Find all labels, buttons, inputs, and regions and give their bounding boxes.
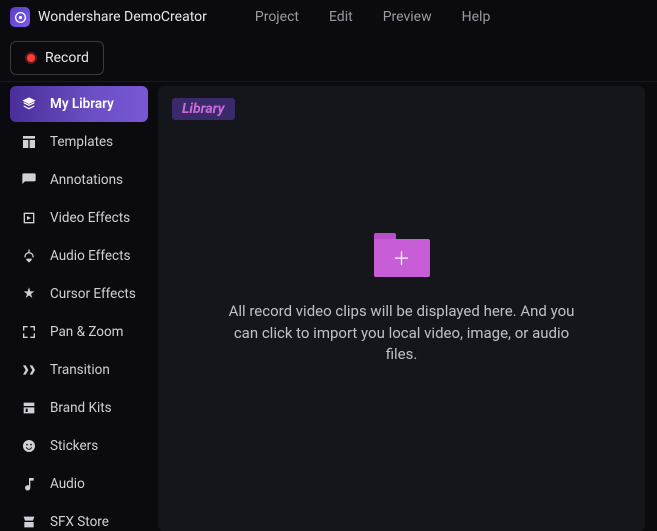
library-empty-state[interactable]: ＋ All record video clips will be display… xyxy=(172,120,631,519)
menu-preview[interactable]: Preview xyxy=(383,9,432,25)
audio-icon xyxy=(20,475,38,493)
app-logo xyxy=(10,7,30,27)
menu-project[interactable]: Project xyxy=(255,9,299,25)
titlebar: Wondershare DemoCreator Project Edit Pre… xyxy=(0,0,657,34)
sidebar-item-label: SFX Store xyxy=(50,514,109,530)
sidebar-item-templates[interactable]: Templates xyxy=(10,124,148,160)
record-label: Record xyxy=(45,50,89,66)
sidebar-item-cursor-effects[interactable]: Cursor Effects xyxy=(10,276,148,312)
sidebar-item-pan-zoom[interactable]: Pan & Zoom xyxy=(10,314,148,350)
sidebar-item-my-library[interactable]: My Library xyxy=(10,86,148,122)
brand-kits-icon xyxy=(20,399,38,417)
cursor-effects-icon xyxy=(20,285,38,303)
sidebar-item-label: Audio Effects xyxy=(50,248,131,264)
annotations-icon xyxy=(20,171,38,189)
audio-effects-icon xyxy=(20,247,38,265)
pan-zoom-icon xyxy=(20,323,38,341)
sidebar-item-audio-effects[interactable]: Audio Effects xyxy=(10,238,148,274)
sidebar-item-audio[interactable]: Audio xyxy=(10,466,148,502)
import-folder-icon: ＋ xyxy=(374,233,430,277)
app-title: Wondershare DemoCreator xyxy=(38,9,207,25)
empty-state-text: All record video clips will be displayed… xyxy=(222,301,582,366)
sidebar-item-label: Audio xyxy=(50,476,85,492)
sidebar-item-label: Pan & Zoom xyxy=(50,324,124,340)
sidebar: My Library Templates Annotations Video E… xyxy=(0,82,156,531)
main-menu: Project Edit Preview Help xyxy=(255,9,490,25)
toolbar: Record xyxy=(0,34,657,82)
logo-icon xyxy=(14,11,27,24)
record-icon xyxy=(25,52,37,64)
sidebar-item-label: Cursor Effects xyxy=(50,286,136,302)
sidebar-item-label: Brand Kits xyxy=(50,400,112,416)
menu-help[interactable]: Help xyxy=(462,9,491,25)
sfx-store-icon xyxy=(20,513,38,531)
menu-edit[interactable]: Edit xyxy=(329,9,353,25)
library-badge: Library xyxy=(172,98,235,120)
sidebar-item-label: Annotations xyxy=(50,172,123,188)
sidebar-item-brand-kits[interactable]: Brand Kits xyxy=(10,390,148,426)
layers-icon xyxy=(20,95,38,113)
transition-icon xyxy=(20,361,38,379)
sidebar-item-sfx-store[interactable]: SFX Store xyxy=(10,504,148,531)
sidebar-item-label: Templates xyxy=(50,134,113,150)
record-button[interactable]: Record xyxy=(10,41,104,75)
video-effects-icon xyxy=(20,209,38,227)
plus-icon: ＋ xyxy=(393,245,411,271)
sidebar-item-label: Video Effects xyxy=(50,210,130,226)
sidebar-item-label: Transition xyxy=(50,362,110,378)
sidebar-item-label: Stickers xyxy=(50,438,98,454)
sidebar-item-transition[interactable]: Transition xyxy=(10,352,148,388)
sidebar-item-stickers[interactable]: Stickers xyxy=(10,428,148,464)
workspace: My Library Templates Annotations Video E… xyxy=(0,82,657,531)
sidebar-item-video-effects[interactable]: Video Effects xyxy=(10,200,148,236)
stickers-icon xyxy=(20,437,38,455)
content-panel: Library ＋ All record video clips will be… xyxy=(158,86,645,531)
sidebar-item-annotations[interactable]: Annotations xyxy=(10,162,148,198)
templates-icon xyxy=(20,133,38,151)
sidebar-item-label: My Library xyxy=(50,96,114,112)
